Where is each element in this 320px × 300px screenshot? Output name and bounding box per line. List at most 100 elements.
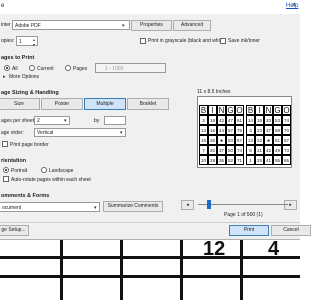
all-radio[interactable] [4, 65, 10, 71]
bingo-cell: 16 [208, 125, 217, 135]
bg-grid-line [60, 236, 63, 300]
bingo-cell: 52 [226, 155, 235, 165]
bingo-letter: O [282, 105, 291, 115]
bingo-cell: 50 [226, 145, 235, 155]
current-label: Current [37, 66, 54, 72]
chevron-down-icon: ▾ [64, 118, 67, 124]
bingo-letter: G [273, 105, 282, 115]
landscape-radio[interactable] [41, 167, 47, 173]
bg-grid-line [180, 236, 183, 300]
bg-number: 4 [268, 238, 280, 260]
page-border-label: Print page border [10, 142, 49, 148]
bingo-cell: 67 [282, 135, 291, 145]
bingo-row: 13 22 ★ 51 67 [246, 135, 291, 145]
bingo-letter: B [246, 105, 255, 115]
next-page-button[interactable]: ▸ [284, 200, 297, 210]
auto-rotate-label: Auto-rotate pages within each sheet [11, 177, 91, 183]
poster-button[interactable]: Poster [41, 98, 83, 110]
grayscale-checkbox[interactable] [140, 38, 146, 44]
chevron-down-icon: ▾ [94, 205, 97, 211]
pages-by-input[interactable] [104, 116, 126, 125]
bingo-cell: 15 [199, 135, 208, 145]
bingo-cell: ★ [217, 135, 226, 145]
bingo-letter: N [264, 105, 273, 115]
preview-sheet: BINGO 3 18 42 47 61 13 16 44 57 75 15 26 ★ 53 67 7 20 37 5… [197, 96, 292, 168]
bingo-cell: 70 [282, 125, 291, 135]
advanced-button[interactable]: Advanced [173, 20, 211, 31]
bingo-row: 7 20 37 50 74 [199, 145, 244, 155]
pages-per-sheet-value: 2 [37, 118, 40, 124]
bingo-cell: 37 [217, 145, 226, 155]
print-button[interactable]: Print [229, 225, 269, 236]
window-title: e [1, 3, 5, 9]
bg-grid-line [0, 256, 300, 259]
bingo-cell: 53 [226, 135, 235, 145]
bingo-cell: 18 [208, 115, 217, 125]
page-setup-button[interactable]: ge Setup... [0, 225, 29, 236]
bg-grid-line [0, 275, 300, 278]
multiple-button[interactable]: Multiple [84, 98, 126, 110]
print-dialog: e Help × inter Adobe PDF ▾ Properties Ad… [0, 0, 311, 240]
chevron-down-icon: ▾ [120, 130, 123, 136]
bingo-cell: 73 [282, 145, 291, 155]
grayscale-label: Print in grayscale (black and white) [148, 38, 226, 44]
bingo-cell: ★ [264, 135, 273, 145]
bingo-cell: 10 [199, 155, 208, 165]
save-ink-checkbox[interactable] [220, 38, 226, 44]
printer-select[interactable]: Adobe PDF ▾ [12, 20, 130, 30]
bingo-cell: 23 [255, 125, 264, 135]
bingo-cell: 58 [273, 125, 282, 135]
booklet-button[interactable]: Booklet [127, 98, 169, 110]
bingo-cell: 74 [235, 145, 244, 155]
bingo-letter: B [199, 105, 208, 115]
portrait-radio[interactable] [3, 167, 9, 173]
page-slider-thumb[interactable] [207, 200, 211, 209]
page-order-value: Vertical [37, 130, 54, 136]
bingo-cell: 65 [282, 155, 291, 165]
current-radio[interactable] [29, 65, 35, 71]
summarize-comments-button[interactable]: Summarize Comments [103, 201, 163, 212]
auto-rotate-checkbox[interactable] [3, 176, 9, 182]
bingo-row: 8 21 42 49 73 [246, 145, 291, 155]
bingo-row: 15 26 ★ 53 67 [199, 135, 244, 145]
pages-section-title: ages to Print [1, 55, 35, 61]
more-options-link[interactable]: More Options [9, 74, 39, 80]
comments-section-title: omments & Forms [1, 193, 50, 199]
pages-radio[interactable] [65, 65, 71, 71]
properties-button[interactable]: Properties [131, 20, 172, 31]
copies-input[interactable]: 1 ▴ ▾ [16, 36, 38, 47]
bingo-letter: O [235, 105, 244, 115]
bingo-cell: 33 [264, 115, 273, 125]
sizing-section-title: age Sizing & Handling [1, 90, 59, 96]
page-border-checkbox[interactable] [2, 141, 8, 147]
bingo-cell: 61 [235, 115, 244, 125]
page-range-input[interactable]: 1 - 1000 [95, 63, 166, 73]
bingo-cell: 75 [235, 125, 244, 135]
bingo-cell: 14 [246, 115, 255, 125]
bingo-letter: G [226, 105, 235, 115]
page-slider-track[interactable] [198, 204, 288, 205]
comments-select[interactable]: ocument ▾ [0, 202, 100, 212]
by-label: by [94, 118, 100, 124]
stepper-icon[interactable]: ▴ ▾ [33, 37, 35, 47]
bingo-row: 13 16 44 57 75 [199, 125, 244, 135]
close-icon[interactable]: × [292, 2, 296, 9]
cancel-button[interactable]: Cancel [271, 225, 311, 236]
bingo-row: 10 28 36 52 71 [199, 155, 244, 165]
bingo-cell: 74 [282, 115, 291, 125]
bingo-cell: 42 [217, 115, 226, 125]
bingo-cell: 3 [246, 125, 255, 135]
bingo-cell: 71 [235, 155, 244, 165]
bingo-cell: 7 [199, 145, 208, 155]
bingo-cell: 8 [246, 145, 255, 155]
title-bar: e Help × [0, 0, 300, 14]
chevron-right-icon[interactable]: ▸ [3, 74, 6, 80]
pages-per-sheet-select[interactable]: 2 ▾ [34, 116, 70, 125]
page-order-select[interactable]: Vertical ▾ [34, 128, 126, 137]
pages-per-sheet-label: ages per sheet: [1, 118, 36, 124]
size-button[interactable]: Size [0, 98, 40, 110]
prev-page-button[interactable]: ◂ [181, 200, 194, 210]
bingo-cell: 13 [246, 135, 255, 145]
landscape-label: Landscape [49, 168, 74, 174]
save-ink-label: Save ink/toner [228, 38, 260, 44]
